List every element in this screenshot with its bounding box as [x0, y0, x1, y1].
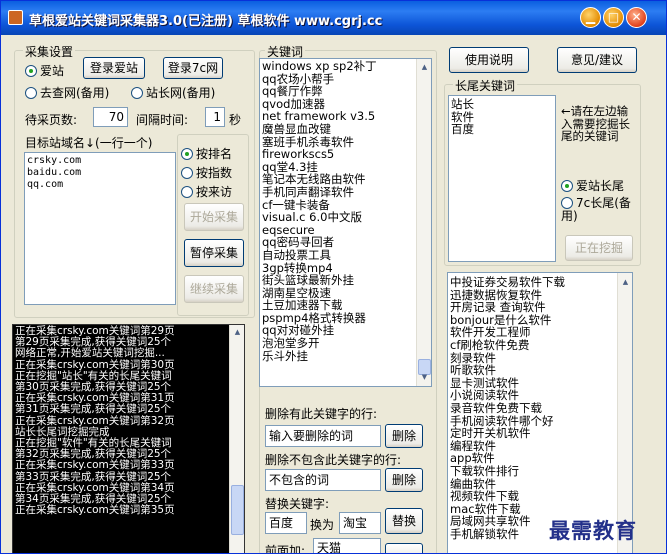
maximize-button[interactable]: □	[603, 7, 624, 28]
keyword-item: 街头篮球最新外挂	[262, 273, 354, 288]
scroll-up-icon[interactable]: ▲	[619, 276, 632, 289]
close-button[interactable]: ✕	[626, 7, 647, 28]
keyword-item: fireworkscs5	[262, 147, 335, 162]
log-scrollbar[interactable]: ▲	[229, 325, 244, 553]
log-line: 网络正常,开始爱站关键词挖掘...	[15, 347, 165, 360]
log-console[interactable]: 正在采集crsky.com关键词第29页 第29页采集完成,获得关键词25个 网络正…	[12, 324, 245, 553]
longtail-result-item: 中投证券交易软件下载	[450, 275, 565, 289]
radio-7c-longtail[interactable]: 7c长尾(备用)	[561, 197, 637, 223]
window-title: 草根爱站关键词采集器3.0(已注册) 草根软件 www.cgrj.cc	[29, 14, 383, 29]
delete-has-input[interactable]: 输入要删除的词	[265, 425, 381, 447]
title-bar: 草根爱站关键词采集器3.0(已注册) 草根软件 www.cgrj.cc ▁ □ …	[1, 1, 666, 35]
target-domains-label: 目标站域名↓(一行一个)	[25, 136, 153, 150]
delete-has-button[interactable]: 删除	[385, 424, 423, 448]
longtail-result-item: 听歌软件	[450, 363, 496, 378]
prefix-label: 前面加:	[265, 544, 306, 554]
keyword-item: 魔兽显血改键	[262, 121, 331, 136]
feedback-button[interactable]: 意见/建议	[557, 47, 637, 73]
keyword-item: windows xp sp2补丁	[262, 59, 377, 73]
longtail-result-item: 下载软件排行	[450, 463, 519, 478]
pages-input[interactable]: 70	[93, 107, 128, 127]
help-button[interactable]: 使用说明	[449, 47, 529, 73]
keyword-item: 手机同声翻译软件	[262, 184, 354, 199]
longtail-result-item: 录音软件免费下载	[450, 400, 542, 415]
keywords-scrollbar[interactable]: ▲ ▼	[416, 59, 431, 386]
keyword-item: 乐斗外挂	[262, 348, 308, 363]
continue-collect-button[interactable]: 继续采集	[184, 275, 244, 303]
scroll-thumb[interactable]	[231, 485, 244, 535]
app-icon	[8, 10, 23, 25]
seed-keywords-textarea[interactable]: 站长 软件 百度	[448, 95, 556, 262]
radio-aizhan[interactable]: 爱站	[25, 62, 64, 79]
domain-line: crsky.com	[27, 155, 82, 166]
delete-has-label: 删除有此关键字的行:	[265, 407, 378, 421]
longtail-result-item: 开房记录 查询软件	[450, 300, 546, 315]
radio-sort-visit[interactable]: 按来访	[181, 183, 232, 200]
interval-input[interactable]: 1	[205, 107, 225, 127]
app-window: 草根爱站关键词采集器3.0(已注册) 草根软件 www.cgrj.cc ▁ □ …	[0, 0, 667, 554]
radio-dot-icon	[25, 87, 37, 99]
radio-qucha[interactable]: 去查网(备用)	[25, 84, 109, 101]
minimize-button[interactable]: ▁	[580, 7, 601, 28]
radio-dot-icon	[131, 87, 143, 99]
pages-label: 待采页数:	[25, 113, 78, 127]
scroll-up-icon[interactable]: ▲	[418, 61, 431, 74]
collect-settings-label: 采集设置	[23, 43, 76, 60]
longtail-results-list[interactable]: 中投证券交易软件下载 迅捷数据恢复软件 开房记录 查询软件 bonjour是什么软件软…	[447, 272, 633, 553]
replace-button[interactable]: 替换	[385, 508, 423, 534]
delete-not-label: 删除不包含此关键字的行:	[265, 453, 402, 467]
login-aizhan-button[interactable]: 登录爱站	[83, 57, 145, 79]
radio-sort-index[interactable]: 按指数	[181, 164, 232, 181]
keyword-item: 泡泡堂多开	[262, 336, 320, 351]
replace-from-input[interactable]: 百度	[265, 512, 307, 534]
keyword-item: qq餐厅作弊	[262, 84, 323, 99]
delete-not-input[interactable]: 不包含的词	[265, 469, 381, 491]
delete-not-button[interactable]: 删除	[385, 468, 423, 492]
interval-label: 间隔时间:	[136, 113, 189, 127]
keyword-item: 自动投票工具	[262, 247, 331, 262]
radio-dot-icon	[181, 186, 193, 198]
radio-zhanchang[interactable]: 站长网(备用)	[131, 84, 215, 101]
watermark: 最需教育	[549, 518, 637, 543]
domain-textarea[interactable]: crsky.com baidu.com qq.com	[24, 152, 176, 305]
log-line: 正在采集crsky.com关键词第33页	[15, 459, 175, 472]
seed-line: 百度	[451, 122, 474, 137]
login-7c-button[interactable]: 登录7c网	[163, 57, 223, 79]
radio-sort-rank[interactable]: 按排名	[181, 145, 232, 162]
keyword-item: 土豆加速器下载	[262, 298, 343, 313]
seed-line: 站长	[451, 97, 474, 111]
longtail-result-item: cf刷枪软件免费	[450, 337, 530, 352]
prefix-button[interactable]	[385, 543, 423, 553]
radio-dot-icon	[181, 148, 193, 160]
radio-dot-icon	[561, 180, 573, 192]
results-scrollbar[interactable]: ▲	[617, 273, 632, 553]
longtail-hint: ←请在左边输入需要挖掘长尾的关键词	[561, 104, 630, 143]
domain-line: baidu.com	[27, 166, 82, 178]
interval-unit: 秒	[229, 113, 242, 127]
radio-aizhan-longtail[interactable]: 爱站长尾	[561, 177, 624, 194]
longtail-result-item: 定时开关机软件	[450, 426, 531, 441]
log-line: 正在采集crsky.com关键词第35页	[15, 504, 175, 517]
replace-label: 替换关键字:	[265, 497, 330, 511]
radio-dot-icon	[25, 65, 37, 77]
keyword-item: visual.c 6.0中文版	[262, 210, 362, 225]
keywords-list[interactable]: windows xp sp2补丁 qq农场小帮手 qq餐厅作弊 qvod加速器 net …	[259, 58, 432, 387]
domain-line: qq.com	[27, 178, 64, 190]
start-collect-button[interactable]: 开始采集	[184, 203, 244, 231]
replace-as-label: 换为	[310, 518, 335, 532]
mining-button[interactable]: 正在挖掘	[565, 235, 633, 261]
radio-dot-icon	[561, 197, 573, 209]
scroll-down-icon[interactable]: ▼	[418, 371, 431, 384]
log-line: 第31页采集完成,获得关键词25个	[15, 403, 172, 416]
prefix-input[interactable]: 天猫	[313, 538, 381, 553]
radio-dot-icon	[181, 167, 193, 179]
pause-collect-button[interactable]: 暂停采集	[184, 239, 244, 267]
longtail-label: 长尾关键词	[453, 77, 518, 94]
scroll-up-icon[interactable]: ▲	[231, 326, 244, 339]
longtail-result-item: 视频软件下载	[450, 489, 519, 504]
replace-to-input[interactable]: 淘宝	[339, 512, 381, 534]
